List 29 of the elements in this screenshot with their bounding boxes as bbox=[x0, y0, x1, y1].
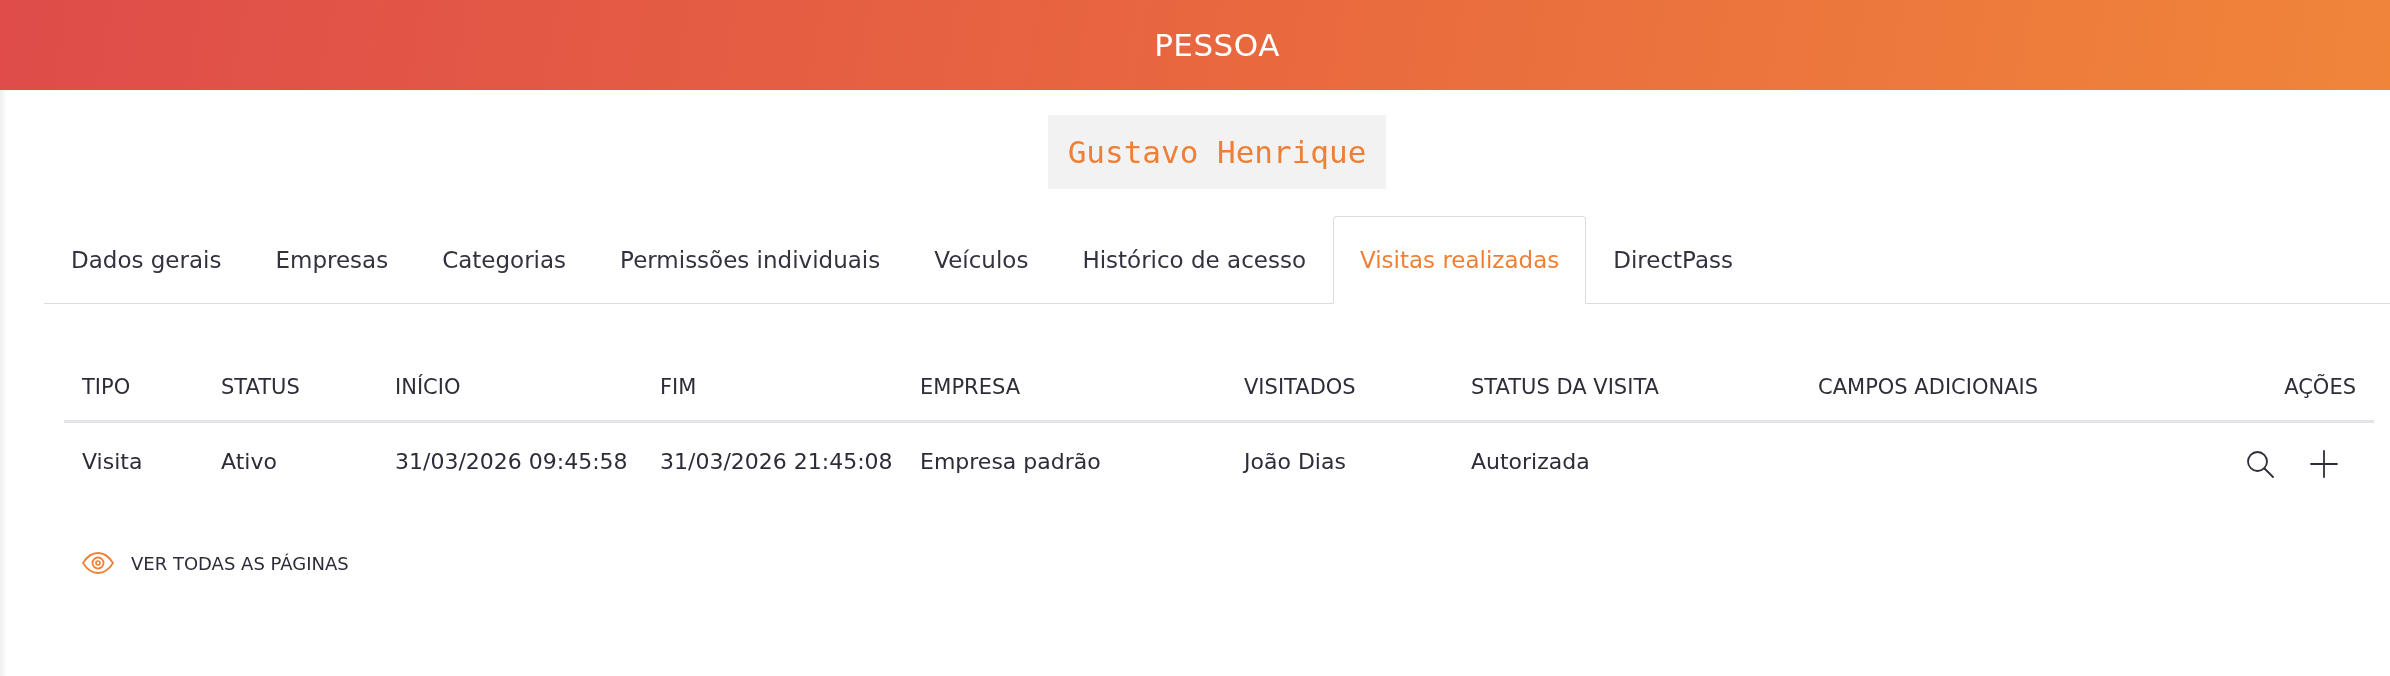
plus-icon[interactable] bbox=[2310, 449, 2338, 478]
person-name: Gustavo Henrique bbox=[1047, 115, 1387, 189]
column-header: STATUS bbox=[203, 354, 377, 421]
tab[interactable]: Empresas bbox=[248, 216, 416, 304]
tab[interactable]: Categorias bbox=[415, 216, 594, 304]
column-header: VISITADOS bbox=[1226, 354, 1453, 421]
tab[interactable]: Histórico de acesso bbox=[1055, 216, 1333, 304]
table-cell: Ativo bbox=[203, 421, 377, 500]
column-header: STATUS DA VISITA bbox=[1453, 354, 1800, 421]
table-cell: Empresa padrão bbox=[902, 421, 1226, 500]
tab[interactable]: DirectPass bbox=[1586, 216, 1760, 304]
column-header: FIM bbox=[642, 354, 902, 421]
table-cell: 31/03/2026 21:45:08 bbox=[642, 421, 902, 500]
column-header: AÇÕES bbox=[2174, 354, 2374, 421]
eye-icon bbox=[82, 552, 114, 574]
view-all-pages-link[interactable]: VER TODAS AS PÁGINAS bbox=[82, 549, 349, 577]
table-cell: Autorizada bbox=[1453, 421, 1800, 500]
table-cell: 31/03/2026 09:45:58 bbox=[377, 421, 642, 500]
tab[interactable]: Dados gerais bbox=[44, 216, 249, 304]
column-header: CAMPOS ADICIONAIS bbox=[1800, 354, 2174, 421]
table-cell: João Dias bbox=[1226, 421, 1453, 500]
table-cell: Visita bbox=[64, 421, 203, 500]
tab[interactable]: Veículos bbox=[907, 216, 1056, 304]
column-header: INÍCIO bbox=[377, 354, 642, 421]
column-header: TIPO bbox=[64, 354, 203, 421]
search-icon[interactable] bbox=[2246, 449, 2274, 478]
page-title: PESSOA bbox=[1154, 25, 1280, 65]
tab[interactable]: Permissões individuais bbox=[593, 216, 908, 304]
column-header: EMPRESA bbox=[902, 354, 1226, 421]
